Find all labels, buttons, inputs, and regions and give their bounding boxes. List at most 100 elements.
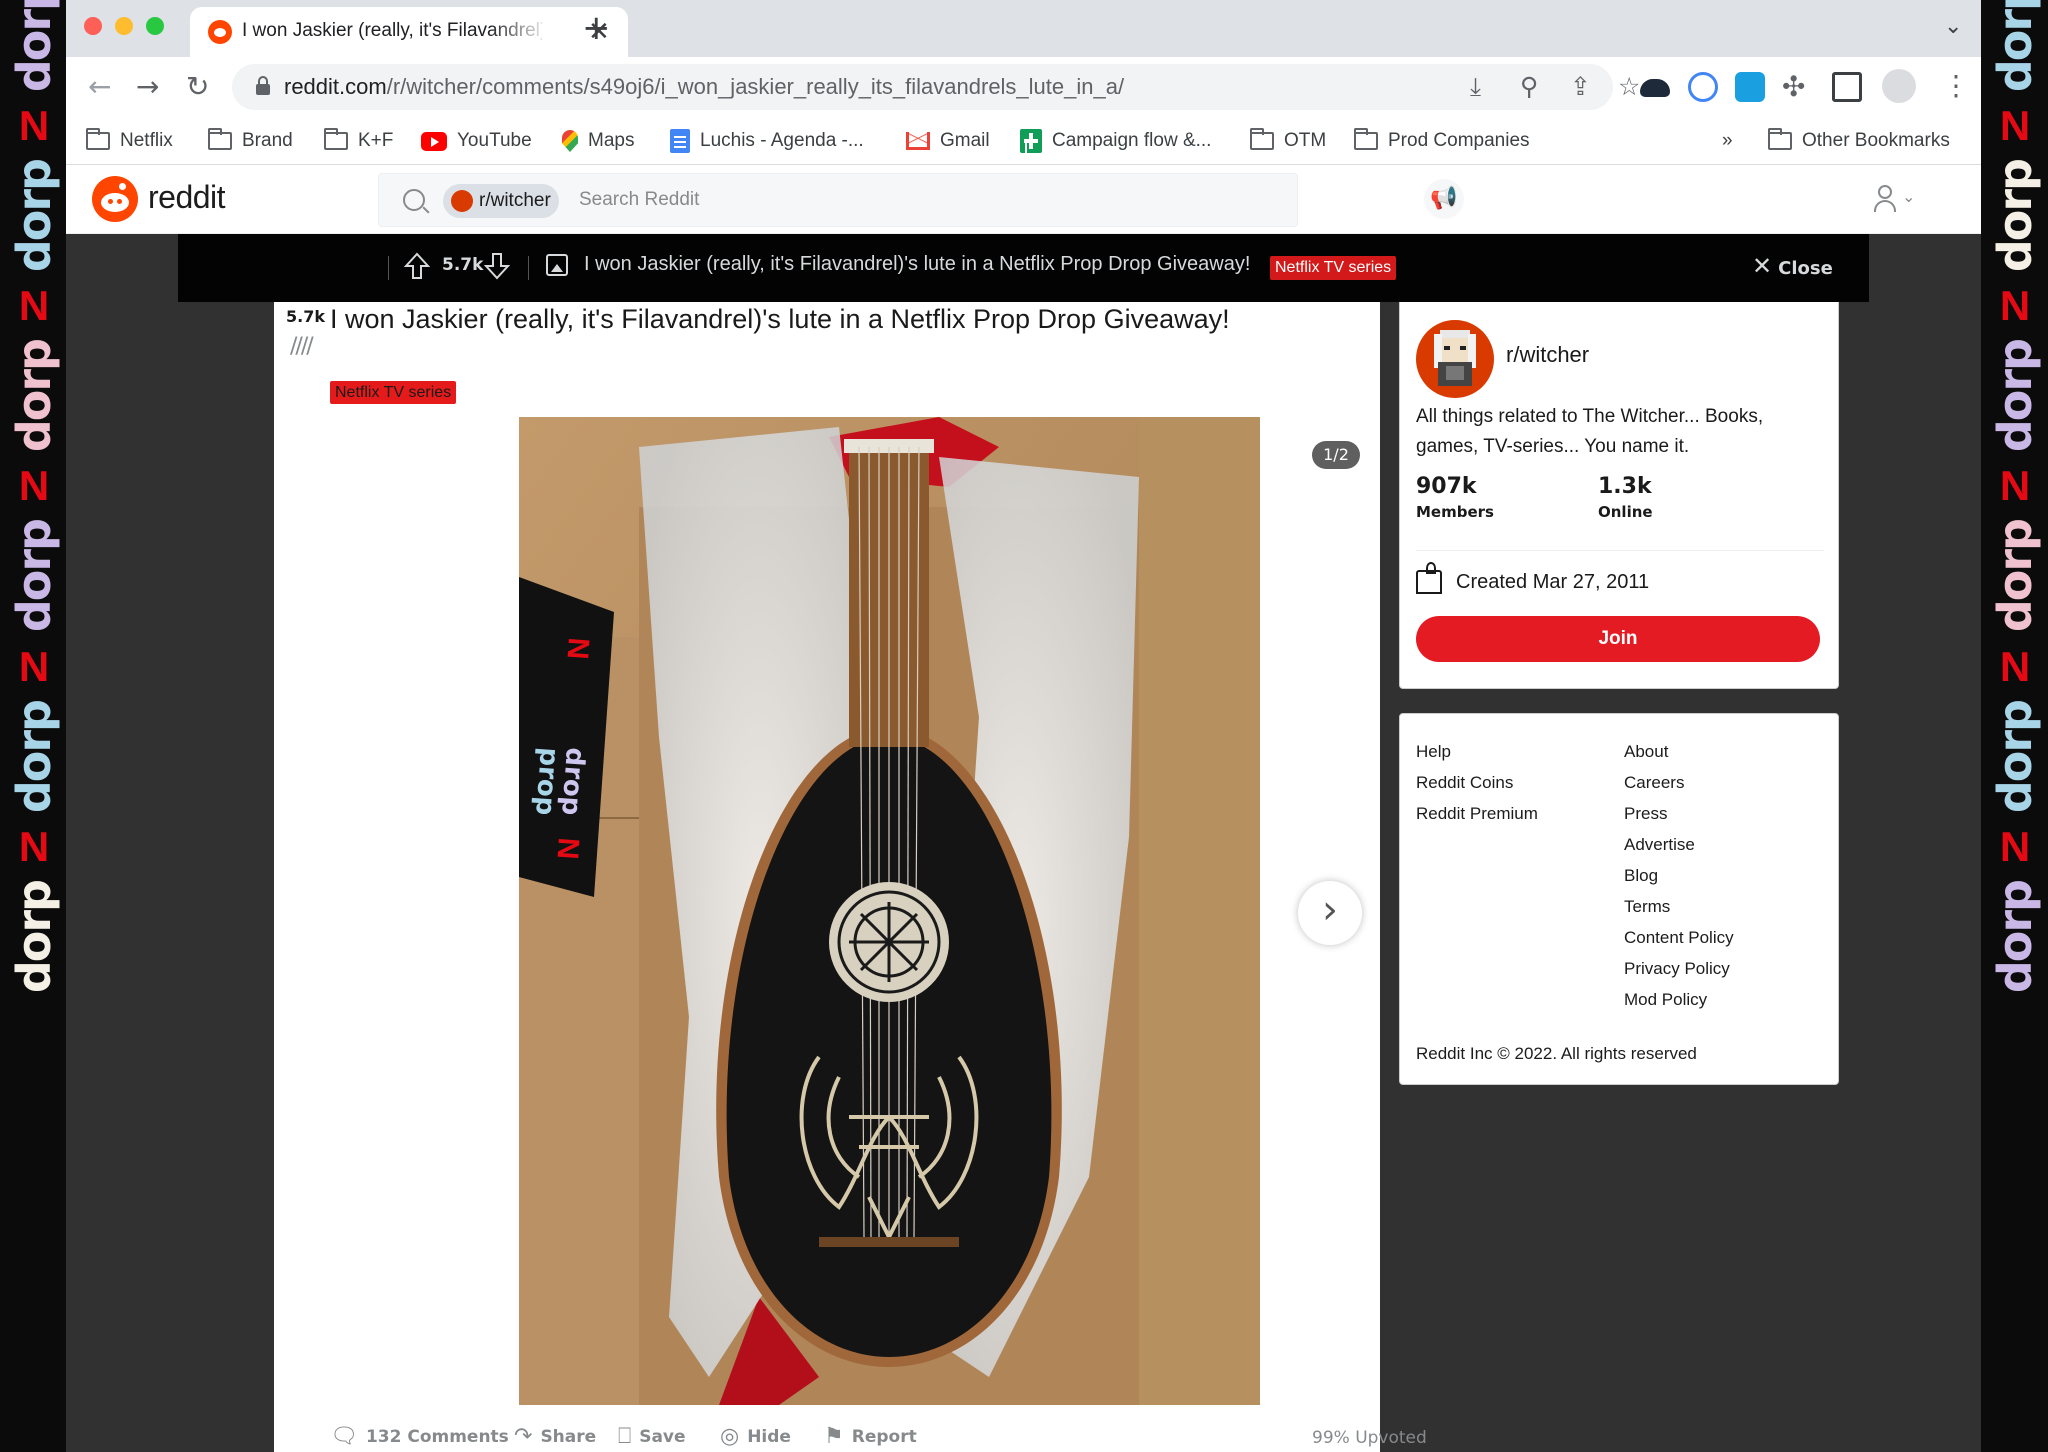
bookmark-star-icon[interactable]: ☆ [1618, 72, 1640, 102]
menu-dots-icon[interactable]: ⋮ [1942, 69, 1970, 103]
subreddit-avatar[interactable] [1416, 320, 1494, 398]
report-button[interactable]: ⚑ Report [824, 1424, 917, 1449]
join-button[interactable]: Join [1416, 616, 1820, 662]
share-icon[interactable]: ⇪ [1570, 72, 1591, 102]
save-button[interactable]: ⎕ Save [618, 1424, 686, 1449]
comment-icon: 🗨 [330, 1424, 358, 1449]
footer-link-content-policy[interactable]: Content Policy [1624, 922, 1734, 953]
downvote-arrow-icon[interactable] [484, 252, 510, 280]
close-icon: ✕ [1752, 252, 1773, 280]
footer-link-help[interactable]: Help [1416, 736, 1538, 767]
bookmark-brand[interactable]: Brand [208, 125, 293, 157]
divider [1416, 550, 1824, 551]
reddit-logo-icon[interactable] [92, 176, 138, 222]
postbar-flair[interactable]: Netflix TV series [1270, 256, 1397, 280]
bookmark-youtube[interactable]: YouTube [421, 125, 532, 157]
footer-link-blog[interactable]: Blog [1624, 860, 1734, 891]
forward-arrow-icon[interactable]: → [136, 71, 159, 103]
browser-toolbar: ← → ↻ reddit.com/r/witcher/comments/s49o… [66, 57, 1981, 117]
post-score: 5.7k [442, 255, 484, 275]
footer-link-careers[interactable]: Careers [1624, 767, 1734, 798]
maps-icon [562, 130, 578, 152]
install-app-icon[interactable]: ⤓ [1470, 72, 1481, 102]
active-tab[interactable]: I won Jaskier (really, it's Filavandrel)… [190, 7, 628, 57]
bookmark-campaign-flow[interactable]: Campaign flow &... [1020, 125, 1211, 157]
address-bar[interactable]: reddit.com/r/witcher/comments/s49oj6/i_w… [232, 64, 1640, 110]
chevron-down-icon: ⌄ [1902, 187, 1916, 206]
bookmark-prod-companies[interactable]: Prod Companies [1354, 125, 1530, 157]
reddit-search-input[interactable]: r/witcher Search Reddit [378, 173, 1298, 227]
image-post-icon [546, 254, 568, 276]
advertise-megaphone-icon[interactable]: 📢 [1424, 179, 1464, 219]
back-arrow-icon[interactable]: ← [88, 71, 111, 103]
bookmark-maps[interactable]: Maps [562, 125, 634, 157]
witcher-claw-icon: //// [290, 334, 314, 359]
svg-text:N: N [551, 837, 585, 861]
subreddit-name[interactable]: r/witcher [1506, 342, 1589, 368]
bookmark-gmail[interactable]: Gmail [906, 125, 990, 157]
user-menu-button[interactable]: ⌄ [1874, 185, 1926, 217]
share-button[interactable]: ↷ Share [514, 1424, 596, 1449]
minimize-window-button[interactable] [115, 17, 133, 35]
close-post-button[interactable]: ✕ Close [1752, 252, 1833, 280]
bookmark-otm[interactable]: OTM [1250, 125, 1326, 157]
post-flair[interactable]: Netflix TV series [330, 381, 457, 404]
bookmark-icon: ⎕ [618, 1424, 632, 1449]
comments-button[interactable]: 🗨 132 Comments [330, 1424, 509, 1449]
maximize-window-button[interactable] [146, 17, 164, 35]
gallery-counter: 1/2 [1312, 441, 1360, 469]
footer-link-about[interactable]: About [1624, 736, 1734, 767]
reddit-wordmark[interactable]: reddit [148, 179, 226, 216]
footer-link-press[interactable]: Press [1624, 798, 1734, 829]
about-community-card: r/witcher All things related to The Witc… [1399, 302, 1839, 689]
close-window-button[interactable] [84, 17, 102, 35]
footer-link-mod-policy[interactable]: Mod Policy [1624, 984, 1734, 1015]
profile-avatar[interactable] [1882, 69, 1916, 103]
side-panel-icon[interactable] [1832, 72, 1862, 102]
folder-icon [1768, 128, 1792, 150]
folder-icon [1354, 128, 1378, 150]
reddit-favicon-icon [208, 20, 232, 44]
svg-text:N: N [561, 637, 595, 661]
footer-link-advertise[interactable]: Advertise [1624, 829, 1734, 860]
tab-search-chevron-icon[interactable]: ⌄ [1944, 14, 1962, 39]
url-text[interactable]: reddit.com/r/witcher/comments/s49oj6/i_w… [284, 74, 1124, 100]
post-top-bar: 5.7k I won Jaskier (really, it's Filavan… [178, 234, 1869, 302]
footer-link-reddit-coins[interactable]: Reddit Coins [1416, 767, 1538, 798]
post-image-lute-in-box[interactable]: drop prop N N [519, 417, 1260, 1405]
footer-col-1: Help Reddit Coins Reddit Premium [1416, 736, 1538, 829]
bookmarks-bar: Netflix Brand K+F YouTube Maps Luchis - … [66, 117, 1981, 165]
copyright-text: Reddit Inc © 2022. All rights reserved [1416, 1044, 1697, 1063]
hide-button[interactable]: ◎ Hide [720, 1424, 791, 1449]
subreddit-description: All things related to The Witcher... Boo… [1416, 406, 1764, 457]
bookmark-other-bookmarks[interactable]: Other Bookmarks [1768, 125, 1950, 157]
upvote-arrow-icon[interactable] [404, 252, 430, 280]
gallery-next-button[interactable]: › [1298, 881, 1362, 945]
footer-link-terms[interactable]: Terms [1624, 891, 1734, 922]
google-extension-icon[interactable] [1688, 72, 1718, 102]
youtube-icon [421, 131, 447, 151]
footer-link-reddit-premium[interactable]: Reddit Premium [1416, 798, 1538, 829]
search-icon [403, 189, 425, 211]
hide-eye-icon: ◎ [720, 1424, 740, 1449]
new-tab-button[interactable]: + [582, 10, 611, 46]
postbar-title: I won Jaskier (really, it's Filavandrel)… [584, 253, 1251, 275]
reload-icon[interactable]: ↻ [186, 71, 209, 103]
svg-text:prop: prop [529, 747, 564, 817]
footer-link-privacy-policy[interactable]: Privacy Policy [1624, 953, 1734, 984]
extensions-puzzle-icon[interactable]: ✣ [1782, 71, 1805, 103]
members-stat: 907k Members [1416, 474, 1494, 521]
reddit-header: reddit r/witcher Search Reddit 📢 ⌄ [66, 165, 1981, 234]
arrow-extension-icon[interactable] [1735, 72, 1765, 102]
zoom-icon[interactable]: ⚲ [1520, 72, 1538, 102]
bookmark-netflix[interactable]: Netflix [86, 125, 173, 157]
bookmarks-overflow-chevron[interactable]: » [1722, 125, 1733, 157]
created-date: Created Mar 27, 2011 [1416, 562, 1649, 594]
upvote-ratio: 99% Upvoted [1312, 1428, 1427, 1448]
bookmark-luchis-agenda[interactable]: Luchis - Agenda -... [670, 125, 864, 157]
user-icon [1878, 185, 1892, 199]
cloud-extension-icon[interactable] [1640, 79, 1670, 97]
online-stat: 1.3k Online [1598, 474, 1653, 521]
subreddit-search-chip[interactable]: r/witcher [443, 184, 559, 218]
bookmark-kf[interactable]: K+F [324, 125, 393, 157]
